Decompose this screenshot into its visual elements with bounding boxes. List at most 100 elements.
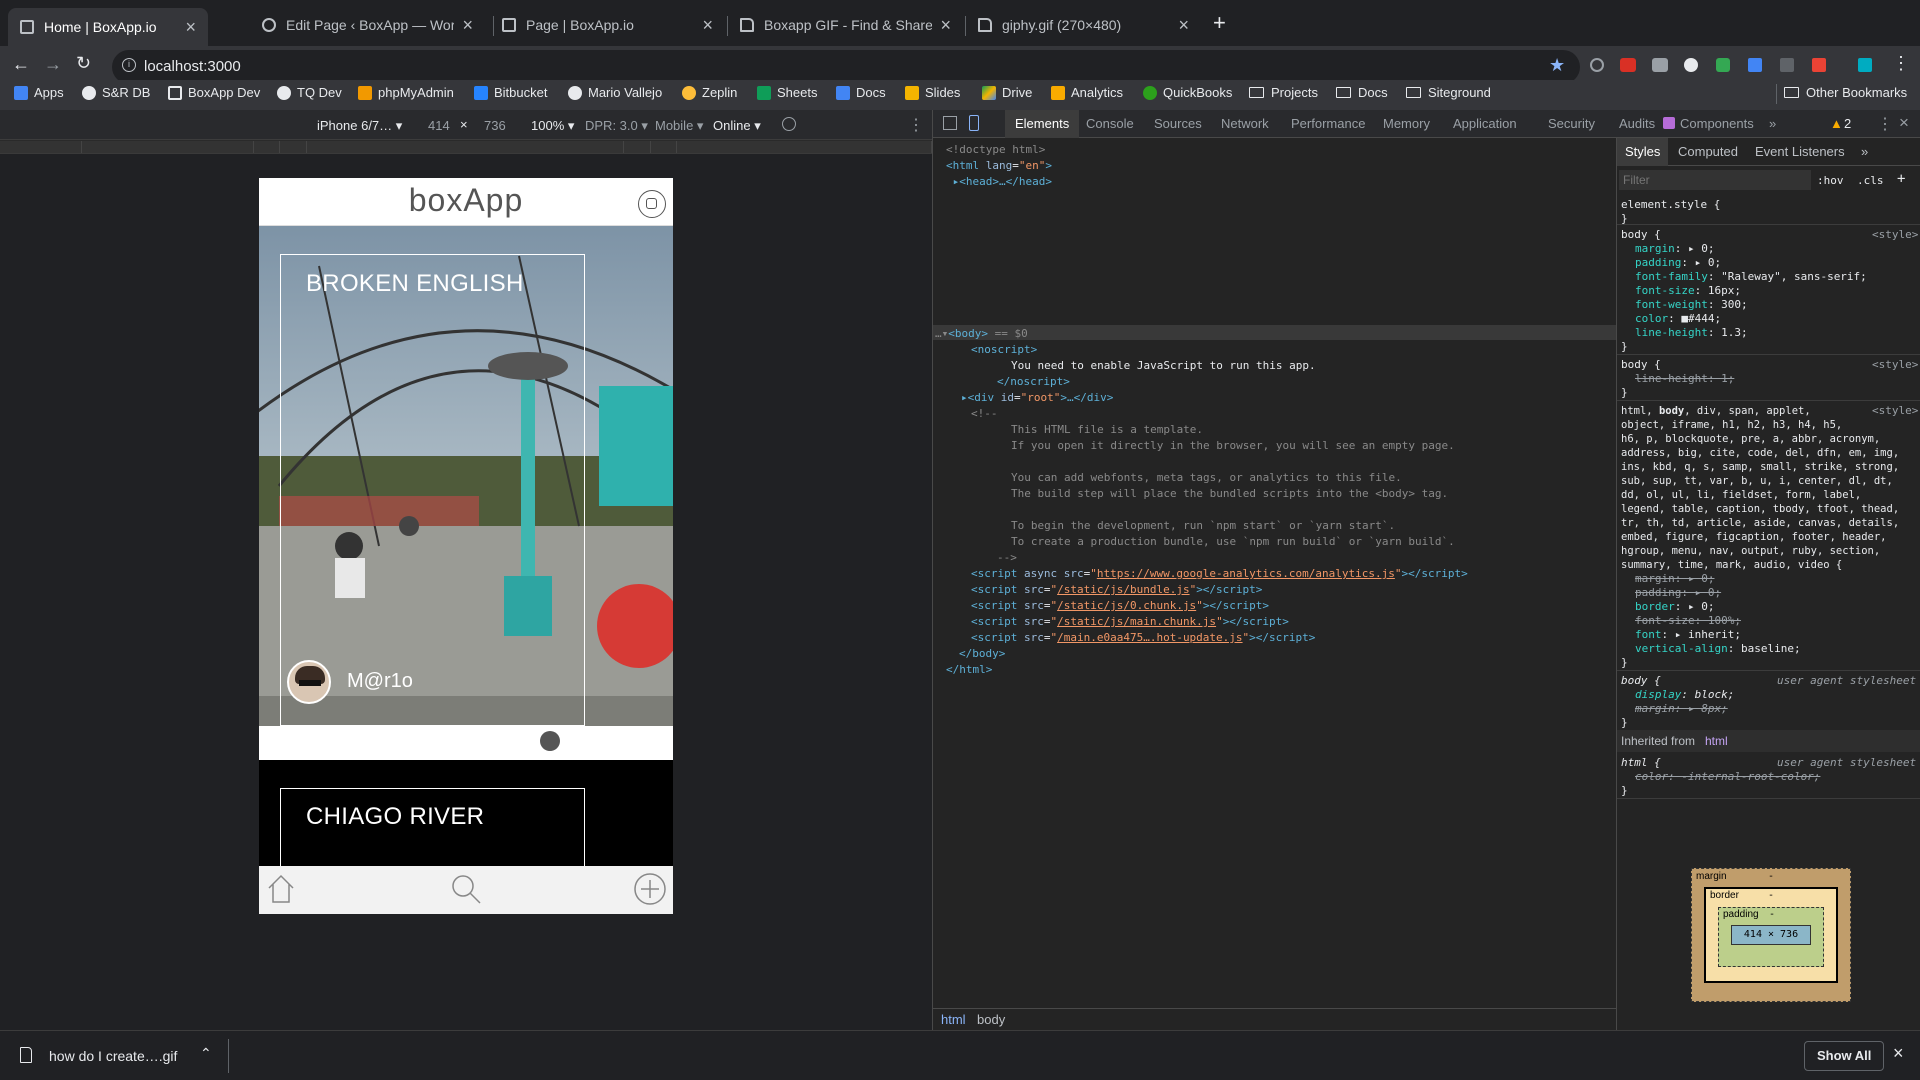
device-select[interactable]: iPhone 6/7… ▾ (317, 118, 402, 134)
tab-console[interactable]: Console (1086, 116, 1134, 131)
bookmark-apps[interactable]: Apps (14, 85, 64, 100)
bookmark-analytics[interactable]: Analytics (1051, 85, 1123, 100)
viewport-height-input[interactable]: 736 (484, 118, 506, 133)
close-tab-icon[interactable]: × (185, 17, 196, 38)
search-icon[interactable] (449, 872, 483, 906)
extension-blue-icon[interactable] (1748, 58, 1762, 72)
bookmark-docs[interactable]: Docs (836, 85, 886, 100)
breadcrumb-body[interactable]: body (977, 1012, 1005, 1027)
close-tab-icon[interactable]: × (1178, 15, 1189, 36)
tab-performance[interactable]: Performance (1291, 116, 1365, 131)
media-query-ruler[interactable] (0, 140, 932, 154)
new-tab-icon[interactable]: + (1213, 10, 1226, 36)
extension-dots-icon[interactable] (1780, 58, 1794, 72)
bookmark-folder-projects[interactable]: Projects (1249, 85, 1318, 100)
ruler-segment[interactable] (280, 141, 307, 153)
more-tabs-button[interactable]: » (1769, 116, 1776, 131)
tab-elements[interactable]: Elements (1005, 110, 1080, 138)
padding-top-value[interactable]: - (1769, 909, 1775, 920)
device-toggle-icon[interactable] (969, 115, 979, 131)
profile-button[interactable] (638, 190, 666, 218)
styles-filter-input[interactable] (1619, 170, 1811, 190)
bookmark-tq-dev[interactable]: TQ Dev (277, 85, 342, 100)
tab-styles[interactable]: Styles (1617, 138, 1669, 166)
network-throttle-select[interactable]: Online ▾ (713, 118, 761, 134)
more-panes-button[interactable]: » (1861, 144, 1868, 159)
bookmark-mario-vallejo[interactable]: Mario Vallejo (568, 85, 662, 100)
bookmark-quickbooks[interactable]: QuickBooks (1143, 85, 1232, 100)
story-card[interactable]: BROKEN ENGLISH M@r1o (259, 226, 673, 746)
back-icon[interactable]: ← (12, 54, 30, 75)
tab-audits[interactable]: Audits (1619, 116, 1655, 131)
elements-tree[interactable]: <!doctype html> <html lang="en"> ▸<head>… (933, 138, 1616, 1008)
reload-icon[interactable]: ↻ (76, 53, 91, 74)
extension-badge-icon[interactable] (1620, 58, 1636, 72)
margin-top-value[interactable]: - (1768, 871, 1774, 882)
close-tab-icon[interactable]: × (462, 15, 473, 36)
box-model-padding[interactable]: padding - 414 × 736 (1718, 907, 1824, 967)
add-icon[interactable] (633, 872, 667, 906)
extension-teal-icon[interactable] (1858, 58, 1872, 72)
tab-network[interactable]: Network (1221, 116, 1269, 131)
tab-page[interactable]: Page | BoxApp.io × (490, 8, 725, 42)
close-tab-icon[interactable]: × (940, 15, 951, 36)
tab-application[interactable]: Application (1453, 116, 1517, 131)
tab-edit-page[interactable]: Edit Page ‹ BoxApp — WordPr × (250, 8, 485, 42)
ruler-segment[interactable] (307, 141, 624, 153)
url-text[interactable]: localhost:3000 (144, 58, 241, 75)
tab-giphy-gif[interactable]: giphy.gif (270×480) × (966, 8, 1201, 42)
bookmark-sr-db[interactable]: S&R DB (82, 85, 150, 100)
zoom-select[interactable]: 100% ▾ (531, 118, 574, 134)
tab-computed[interactable]: Computed (1678, 144, 1738, 159)
device-mode-select[interactable]: Mobile ▾ (655, 118, 703, 134)
hover-state-toggle[interactable]: :hov (1817, 174, 1844, 188)
bookmark-star-icon[interactable]: ★ (1549, 55, 1565, 76)
info-icon[interactable]: i (122, 58, 136, 72)
show-all-button[interactable]: Show All (1804, 1041, 1885, 1071)
tab-memory[interactable]: Memory (1383, 116, 1430, 131)
story-card[interactable]: CHIAGO RIVER (259, 760, 673, 888)
address-bar[interactable]: i localhost:3000 ★ (112, 50, 1580, 84)
browser-menu-icon[interactable]: ⋮ (1892, 53, 1910, 74)
bookmark-drive[interactable]: Drive (982, 85, 1032, 100)
tab-giphy-search[interactable]: Boxapp GIF - Find & Share on G × (728, 8, 963, 42)
extension-chat-icon[interactable] (1652, 58, 1668, 72)
rotate-icon[interactable] (782, 117, 796, 131)
box-model-content[interactable]: 414 × 736 (1731, 925, 1811, 945)
close-tab-icon[interactable]: × (702, 15, 713, 36)
bookmark-folder-siteground[interactable]: Siteground (1406, 85, 1491, 100)
ruler-segment[interactable] (677, 141, 932, 153)
bookmark-sheets[interactable]: Sheets (757, 85, 817, 100)
forward-icon[interactable]: → (44, 54, 62, 75)
download-item[interactable]: how do I create….gif (49, 1048, 177, 1064)
extension-green-icon[interactable] (1716, 58, 1730, 72)
box-model-margin[interactable]: margin - border - padding - 414 × 736 (1691, 868, 1851, 1002)
bookmark-other-bookmarks[interactable]: Other Bookmarks (1784, 85, 1907, 100)
inspect-element-icon[interactable] (943, 116, 957, 130)
scroll-handle[interactable] (540, 731, 560, 751)
more-options-icon[interactable]: ⋮ (908, 115, 924, 135)
extension-red-icon[interactable] (1812, 58, 1826, 72)
extension-circle-icon[interactable] (1684, 58, 1698, 72)
bookmark-folder-docs[interactable]: Docs (1336, 85, 1388, 100)
ruler-segment[interactable] (624, 141, 651, 153)
ruler-segment[interactable] (651, 141, 677, 153)
box-model-border[interactable]: border - padding - 414 × 736 (1704, 887, 1838, 983)
inherited-tag-link[interactable]: html (1705, 734, 1728, 748)
tab-sources[interactable]: Sources (1154, 116, 1202, 131)
bookmark-phpmyadmin[interactable]: phpMyAdmin (358, 85, 454, 100)
card-username[interactable]: M@r1o (347, 670, 413, 693)
tab-home[interactable]: Home | BoxApp.io × (8, 8, 208, 46)
class-toggle[interactable]: .cls (1857, 174, 1884, 188)
home-icon[interactable] (265, 872, 297, 904)
warning-icon[interactable]: ▲ (1830, 116, 1843, 131)
bookmark-bitbucket[interactable]: Bitbucket (474, 85, 547, 100)
bookmark-boxapp-dev[interactable]: BoxApp Dev (168, 85, 260, 100)
tab-security[interactable]: Security (1548, 116, 1595, 131)
viewport-width-input[interactable]: 414 (428, 118, 450, 133)
chevron-up-icon[interactable]: ⌃ (200, 1045, 212, 1062)
ruler-segment[interactable] (0, 141, 82, 153)
tab-event-listeners[interactable]: Event Listeners (1755, 144, 1845, 159)
close-devtools-icon[interactable]: × (1899, 113, 1909, 133)
ruler-segment[interactable] (254, 141, 280, 153)
